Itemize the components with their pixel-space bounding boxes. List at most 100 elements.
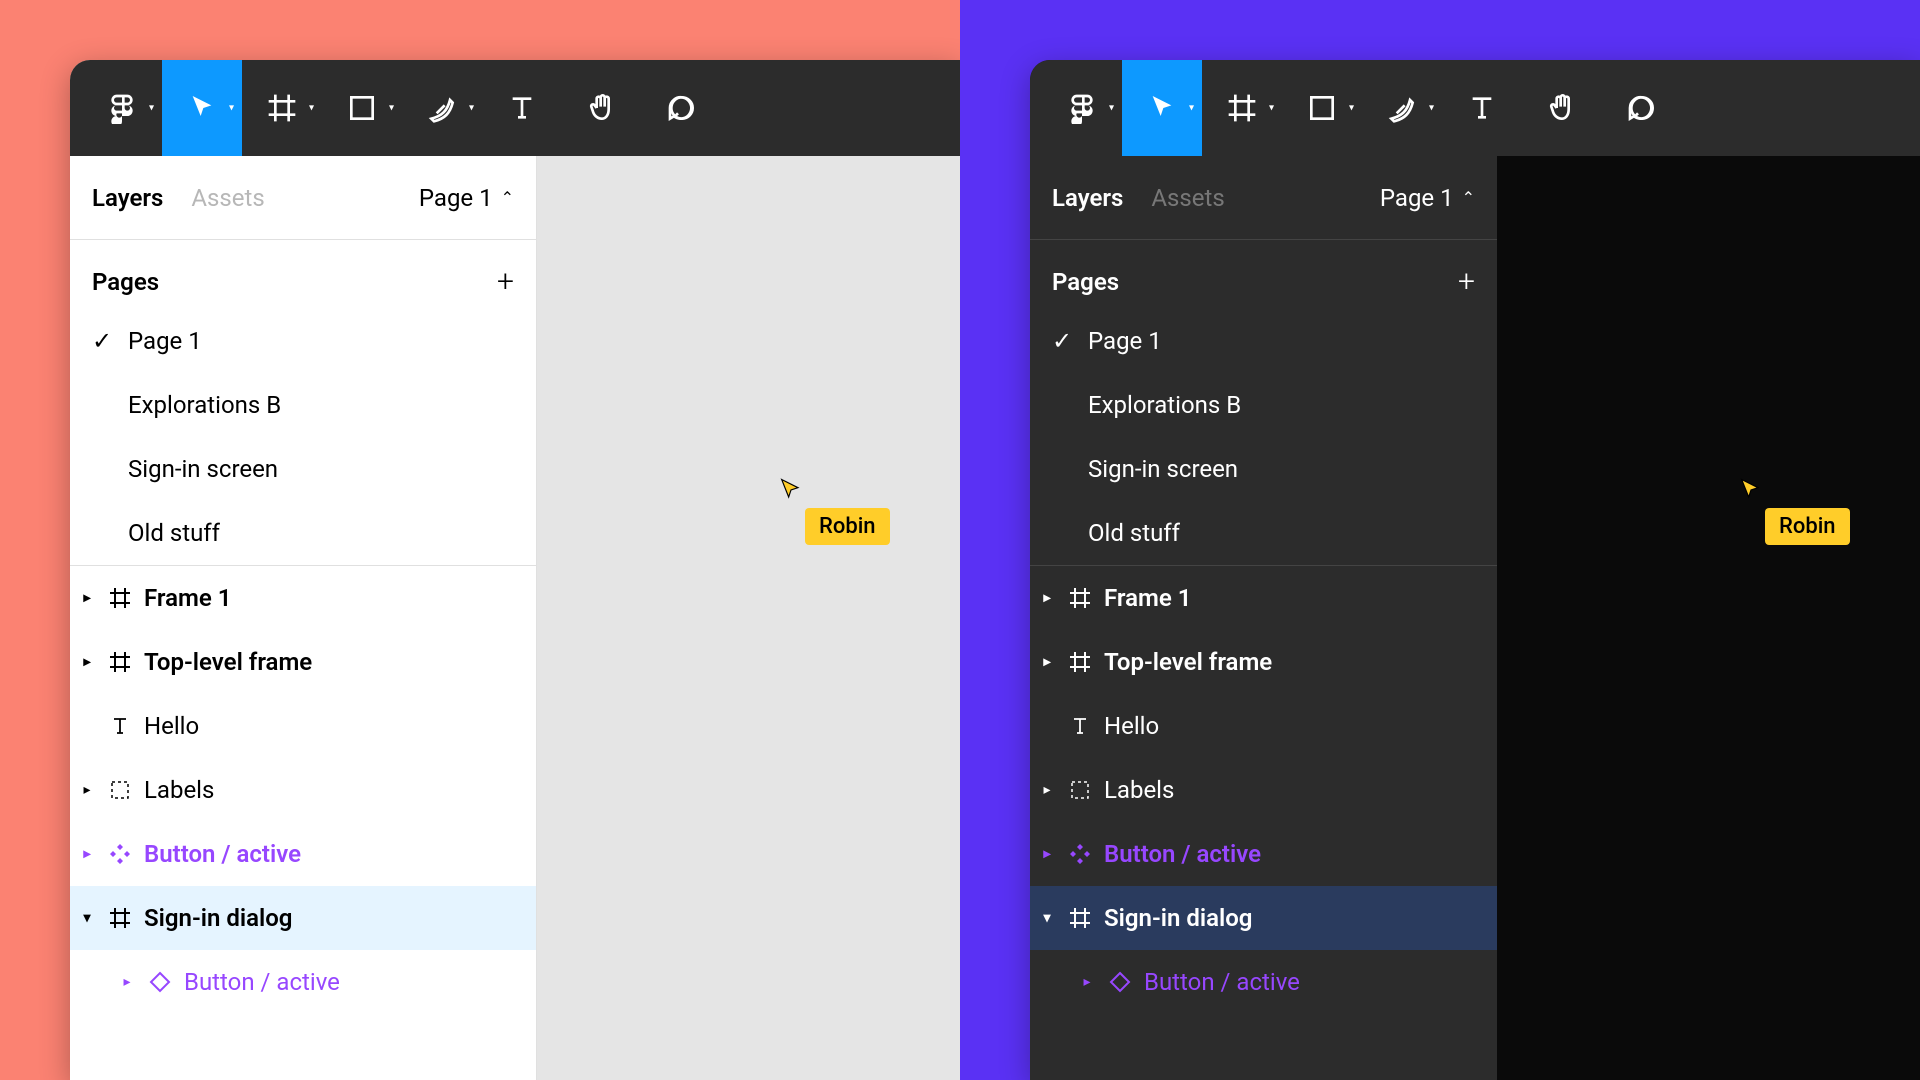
move-tool-icon[interactable]: ▾ — [1122, 60, 1202, 156]
hand-tool-icon[interactable] — [562, 60, 642, 156]
layer-name: Hello — [1104, 712, 1159, 740]
comment-tool-icon[interactable] — [1602, 60, 1682, 156]
frame-tool-icon[interactable]: ▾ — [1202, 60, 1282, 156]
toolbar: ▾ ▾ ▾ ▾ ▾ — [1030, 60, 1920, 156]
layer-row[interactable]: ▸ Labels — [70, 758, 536, 822]
disclosure-triangle-icon[interactable]: ▸ — [1038, 654, 1056, 670]
shape-tool-icon[interactable]: ▾ — [322, 60, 402, 156]
check-icon: ✓ — [90, 327, 114, 355]
page-item[interactable]: Old stuff — [70, 501, 536, 565]
page-item[interactable]: Old stuff — [1030, 501, 1497, 565]
component-icon — [1066, 840, 1094, 868]
tab-layers[interactable]: Layers — [92, 184, 163, 212]
add-page-button[interactable]: + — [1458, 264, 1475, 299]
layer-name: Labels — [1104, 776, 1174, 804]
chevron-down-icon: ▾ — [149, 103, 154, 114]
page-item[interactable]: ✓ Page 1 — [70, 309, 536, 373]
disclosure-triangle-icon[interactable]: ▸ — [78, 654, 96, 670]
pen-tool-icon[interactable]: ▾ — [402, 60, 482, 156]
page-item[interactable]: Sign-in screen — [1030, 437, 1497, 501]
page-name: Page 1 — [128, 327, 202, 355]
page-name: Old stuff — [1088, 519, 1180, 547]
shape-tool-icon[interactable]: ▾ — [1282, 60, 1362, 156]
canvas[interactable]: Robin — [537, 156, 960, 1080]
app-window: ▾ ▾ ▾ ▾ ▾ — [1030, 60, 1920, 1080]
layer-name: Hello — [144, 712, 199, 740]
figma-menu-icon[interactable]: ▾ — [1042, 60, 1122, 156]
layer-row[interactable]: ▸ Labels — [1030, 758, 1497, 822]
layer-row[interactable]: ▸ Frame 1 — [70, 566, 536, 630]
text-tool-icon[interactable] — [482, 60, 562, 156]
page-selector[interactable]: Page 1 ⌃ — [419, 184, 514, 212]
layer-row[interactable]: ▸ Button / active — [70, 822, 536, 886]
layer-row[interactable]: ▸ Top-level frame — [1030, 630, 1497, 694]
pages-header-label: Pages — [92, 268, 159, 296]
tab-assets[interactable]: Assets — [191, 184, 264, 212]
canvas[interactable]: Robin — [1497, 156, 1920, 1080]
comment-tool-icon[interactable] — [642, 60, 722, 156]
frame-tool-icon[interactable]: ▾ — [242, 60, 322, 156]
chevron-down-icon: ▾ — [309, 103, 314, 114]
chevron-down-icon: ▾ — [389, 103, 394, 114]
page-item[interactable]: Sign-in screen — [70, 437, 536, 501]
page-selector[interactable]: Page 1 ⌃ — [1380, 184, 1475, 212]
page-name: Explorations B — [128, 391, 281, 419]
frame-icon — [1066, 648, 1094, 676]
chevron-down-icon: ▾ — [229, 103, 234, 114]
tab-layers[interactable]: Layers — [1052, 184, 1123, 212]
layer-name: Button / active — [1104, 840, 1261, 868]
disclosure-triangle-icon[interactable]: ▸ — [78, 846, 96, 862]
page-name: Sign-in screen — [1088, 455, 1238, 483]
layer-row[interactable]: ▸ Button / active — [1030, 822, 1497, 886]
chevron-up-icon: ⌃ — [501, 188, 514, 207]
layer-row[interactable]: ▾ Sign-in dialog — [70, 886, 536, 950]
layer-name: Frame 1 — [1104, 584, 1191, 612]
move-tool-icon[interactable]: ▾ — [162, 60, 242, 156]
layer-row[interactable]: ▸ Hello — [1030, 694, 1497, 758]
chevron-down-icon: ▾ — [1429, 103, 1434, 114]
instance-icon — [146, 968, 174, 996]
pen-tool-icon[interactable]: ▾ — [1362, 60, 1442, 156]
hand-tool-icon[interactable] — [1522, 60, 1602, 156]
chevron-up-icon: ⌃ — [1462, 188, 1475, 207]
disclosure-triangle-icon[interactable]: ▸ — [78, 782, 96, 798]
toolbar: ▾ ▾ ▾ ▾ ▾ — [70, 60, 960, 156]
disclosure-triangle-icon[interactable]: ▸ — [78, 590, 96, 606]
layer-row[interactable]: ▸ Button / active — [70, 950, 536, 1014]
text-icon — [1066, 712, 1094, 740]
chevron-down-icon: ▾ — [1349, 103, 1354, 114]
app-window: ▾ ▾ ▾ ▾ ▾ — [70, 60, 960, 1080]
page-item[interactable]: ✓ Page 1 — [1030, 309, 1497, 373]
frame-icon — [106, 904, 134, 932]
collaborator-label: Robin — [1765, 508, 1850, 545]
collaborator-label: Robin — [805, 508, 890, 545]
page-name: Sign-in screen — [128, 455, 278, 483]
layer-row[interactable]: ▾ Sign-in dialog — [1030, 886, 1497, 950]
disclosure-triangle-icon[interactable]: ▸ — [1038, 846, 1056, 862]
disclosure-triangle-icon[interactable]: ▸ — [1078, 974, 1096, 990]
tab-assets[interactable]: Assets — [1151, 184, 1224, 212]
layer-row[interactable]: ▸ Frame 1 — [1030, 566, 1497, 630]
layer-name: Sign-in dialog — [1104, 904, 1252, 932]
page-name: Old stuff — [128, 519, 220, 547]
layer-name: Frame 1 — [144, 584, 231, 612]
layer-name: Button / active — [184, 968, 340, 996]
disclosure-triangle-icon[interactable]: ▾ — [78, 910, 96, 926]
page-item[interactable]: Explorations B — [70, 373, 536, 437]
layer-row[interactable]: ▸ Hello — [70, 694, 536, 758]
layer-row[interactable]: ▸ Top-level frame — [70, 630, 536, 694]
add-page-button[interactable]: + — [497, 264, 514, 299]
disclosure-triangle-icon[interactable]: ▸ — [1038, 590, 1056, 606]
chevron-down-icon: ▾ — [1269, 103, 1274, 114]
page-item[interactable]: Explorations B — [1030, 373, 1497, 437]
layer-row[interactable]: ▸ Button / active — [1030, 950, 1497, 1014]
disclosure-triangle-icon[interactable]: ▸ — [118, 974, 136, 990]
text-tool-icon[interactable] — [1442, 60, 1522, 156]
frame-icon — [106, 648, 134, 676]
disclosure-triangle-icon[interactable]: ▸ — [1038, 782, 1056, 798]
disclosure-triangle-icon[interactable]: ▾ — [1038, 910, 1056, 926]
layers-panel: Layers Assets Page 1 ⌃ Pages + ✓ Page 1 — [70, 156, 537, 1080]
component-icon — [106, 840, 134, 868]
figma-menu-icon[interactable]: ▾ — [82, 60, 162, 156]
frame-icon — [1066, 584, 1094, 612]
